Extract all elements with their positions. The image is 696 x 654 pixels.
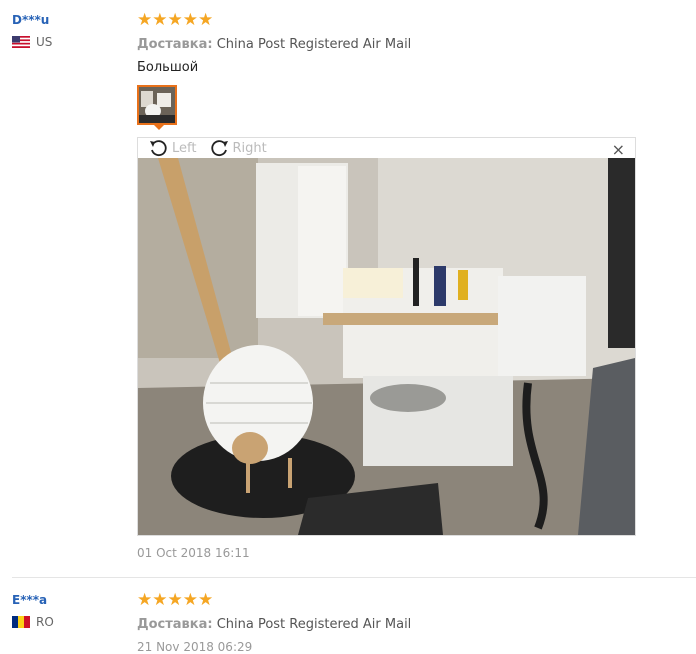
reviewer-country: RO xyxy=(12,615,54,629)
rotate-left-button[interactable]: Left xyxy=(148,138,196,158)
review-date: 21 Nov 2018 06:29 xyxy=(137,640,253,654)
flag-us-icon xyxy=(12,36,30,48)
shipping-info: Доставка: China Post Registered Air Mail xyxy=(137,617,411,632)
viewer-toolbar: Left Right xyxy=(138,138,635,158)
star-rating: ★★★★★ xyxy=(137,10,214,30)
rotate-left-label: Left xyxy=(172,140,197,156)
review-comment: Большой xyxy=(137,60,199,75)
reviewer-country: US xyxy=(12,35,52,49)
rotate-right-icon xyxy=(211,140,229,157)
rotate-left-icon xyxy=(150,140,167,157)
shipping-method: China Post Registered Air Mail xyxy=(216,37,412,52)
shipping-label: Доставка: xyxy=(137,37,213,52)
shipping-method: China Post Registered Air Mail xyxy=(216,617,412,632)
reviewer-info: D***u US xyxy=(12,13,52,49)
review-photo-large xyxy=(138,158,635,535)
star-rating: ★★★★★ xyxy=(137,590,214,610)
shipping-label: Доставка: xyxy=(137,617,213,632)
rotate-right-button[interactable]: Right xyxy=(208,138,267,158)
review-photo-thumbnail[interactable] xyxy=(137,85,177,130)
flag-ro-icon xyxy=(12,616,30,628)
thumbnail-caret xyxy=(153,124,165,130)
photo-viewer: Left Right × xyxy=(137,137,636,536)
shipping-info: Доставка: China Post Registered Air Mail xyxy=(137,37,411,52)
reviewer-info: E***a RO xyxy=(12,593,54,629)
reviewer-name: E***a xyxy=(12,593,48,607)
close-icon[interactable]: × xyxy=(612,140,625,159)
photo-thumbnail-image xyxy=(139,87,175,123)
review-divider xyxy=(12,577,696,578)
rotate-right-label: Right xyxy=(232,140,267,156)
review-date: 01 Oct 2018 16:11 xyxy=(137,546,250,560)
country-code: RO xyxy=(36,615,54,629)
country-code: US xyxy=(36,35,53,49)
reviewer-name: D***u xyxy=(12,13,50,27)
